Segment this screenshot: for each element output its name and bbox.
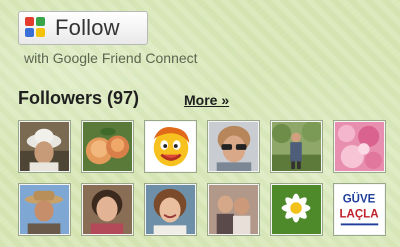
avatar-follower-11[interactable]	[271, 184, 322, 235]
follower-avatar-grid: GÜVE LAÇLA	[19, 121, 395, 235]
avatar-follower-5[interactable]	[271, 121, 322, 172]
avatar-photo: GÜVE LAÇLA	[335, 185, 384, 234]
avatar-photo	[272, 185, 321, 234]
avatar-photo	[83, 185, 132, 234]
follow-button[interactable]: Follow	[18, 11, 148, 45]
avatar-follower-3[interactable]	[145, 121, 196, 172]
follow-button-label: Follow	[55, 15, 120, 40]
logo-text-bottom: LAÇLA	[340, 209, 380, 221]
avatar-follower-8[interactable]	[82, 184, 133, 235]
avatar-photo	[20, 122, 69, 171]
avatar-photo	[272, 122, 321, 171]
more-followers-link[interactable]: More »	[184, 92, 229, 108]
avatar-follower-12[interactable]: GÜVE LAÇLA	[334, 184, 385, 235]
google-friend-connect-icon	[25, 17, 47, 39]
avatar-follower-2[interactable]	[82, 121, 133, 172]
avatar-photo	[335, 122, 384, 171]
avatar-follower-9[interactable]	[145, 184, 196, 235]
avatar-photo	[209, 185, 258, 234]
avatar-photo	[146, 185, 195, 234]
logo-text-top: GÜVE	[343, 192, 376, 205]
avatar-follower-4[interactable]	[208, 121, 259, 172]
avatar-photo	[146, 122, 195, 171]
avatar-photo	[209, 122, 258, 171]
avatar-follower-1[interactable]	[19, 121, 70, 172]
avatar-follower-10[interactable]	[208, 184, 259, 235]
avatar-photo	[20, 185, 69, 234]
avatar-follower-6[interactable]	[334, 121, 385, 172]
avatar-photo	[83, 122, 132, 171]
avatar-follower-7[interactable]	[19, 184, 70, 235]
google-friend-connect-caption: with Google Friend Connect	[24, 50, 198, 66]
followers-heading: Followers (97)	[18, 88, 140, 108]
